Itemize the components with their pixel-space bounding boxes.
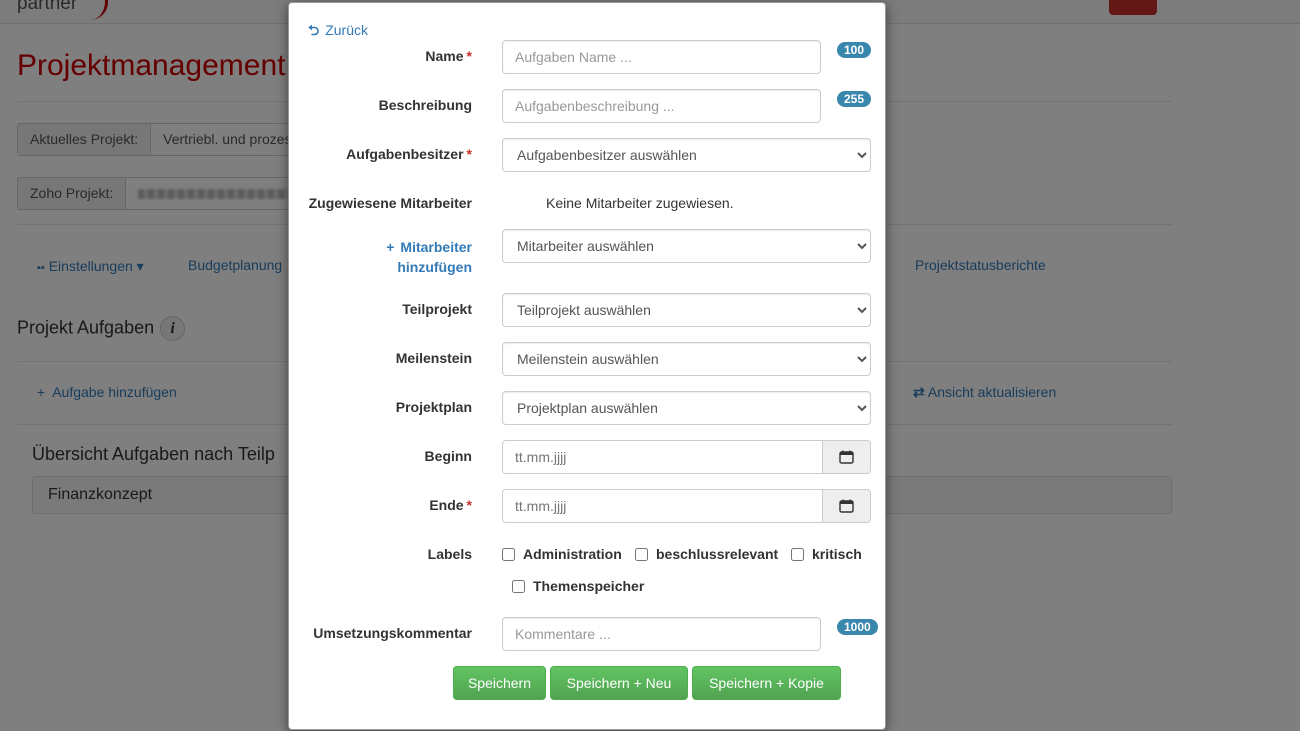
back-arrow-icon: ⮌ xyxy=(308,22,320,38)
label-checkbox-administration[interactable]: Administration xyxy=(502,546,622,562)
add-member-link[interactable]: + Mitarbeiter hinzufügen xyxy=(386,237,472,277)
description-maxlength-badge: 255 xyxy=(837,91,872,107)
description-label: Beschreibung xyxy=(378,97,472,113)
end-date-group xyxy=(502,489,871,523)
checkbox[interactable] xyxy=(635,547,648,561)
end-label: Ende * xyxy=(429,497,472,513)
checkbox[interactable] xyxy=(502,547,515,561)
subproject-label: Teilprojekt xyxy=(402,301,472,317)
plus-icon: + xyxy=(386,239,395,255)
calendar-icon[interactable] xyxy=(823,440,871,474)
milestone-select[interactable]: Meilenstein auswählen xyxy=(502,342,871,376)
save-button[interactable]: Speichern xyxy=(453,666,546,700)
task-modal: ⮌Zurück Name* 100 Beschreibung 255 Aufga… xyxy=(288,2,886,730)
start-date-group xyxy=(502,440,871,474)
name-label: Name * xyxy=(425,48,472,64)
subproject-select[interactable]: Teilprojekt auswählen xyxy=(502,293,871,327)
member-select[interactable]: Mitarbeiter auswählen xyxy=(502,229,871,263)
labels-label: Labels xyxy=(427,546,472,562)
start-date-input[interactable] xyxy=(502,440,823,474)
name-input[interactable] xyxy=(502,40,821,74)
label-checkbox-themenspeicher[interactable]: Themenspeicher xyxy=(512,578,644,594)
name-maxlength-badge: 100 xyxy=(837,42,872,58)
comment-maxlength-badge: 1000 xyxy=(837,619,878,635)
end-date-input[interactable] xyxy=(502,489,823,523)
required-marker: * xyxy=(466,497,472,513)
owner-select[interactable]: Aufgabenbesitzer auswählen xyxy=(502,138,871,172)
assigned-value: Keine Mitarbeiter zugewiesen. xyxy=(546,195,734,211)
project-plan-select[interactable]: Projektplan auswählen xyxy=(502,391,871,425)
required-marker: * xyxy=(466,48,472,64)
start-label: Beginn xyxy=(424,448,472,464)
owner-label: Aufgabenbesitzer * xyxy=(346,146,472,162)
calendar-icon[interactable] xyxy=(823,489,871,523)
project-plan-label: Projektplan xyxy=(395,399,472,415)
save-copy-button[interactable]: Speichern + Kopie xyxy=(692,666,841,700)
back-link[interactable]: ⮌ Zurück xyxy=(308,20,368,44)
save-new-button[interactable]: Speichern + Neu xyxy=(550,666,688,700)
required-marker: * xyxy=(466,146,472,162)
milestone-label: Meilenstein xyxy=(395,350,472,366)
assigned-label: Zugewiesene Mitarbeiter xyxy=(308,195,472,211)
checkbox[interactable] xyxy=(512,579,525,593)
comment-label: Umsetzungskommentar xyxy=(313,625,472,641)
label-checkbox-kritisch[interactable]: kritisch xyxy=(791,546,862,562)
description-input[interactable] xyxy=(502,89,821,123)
comment-input[interactable] xyxy=(502,617,821,651)
checkbox[interactable] xyxy=(791,547,804,561)
label-checkbox-beschlussrelevant[interactable]: beschlussrelevant xyxy=(635,546,778,562)
